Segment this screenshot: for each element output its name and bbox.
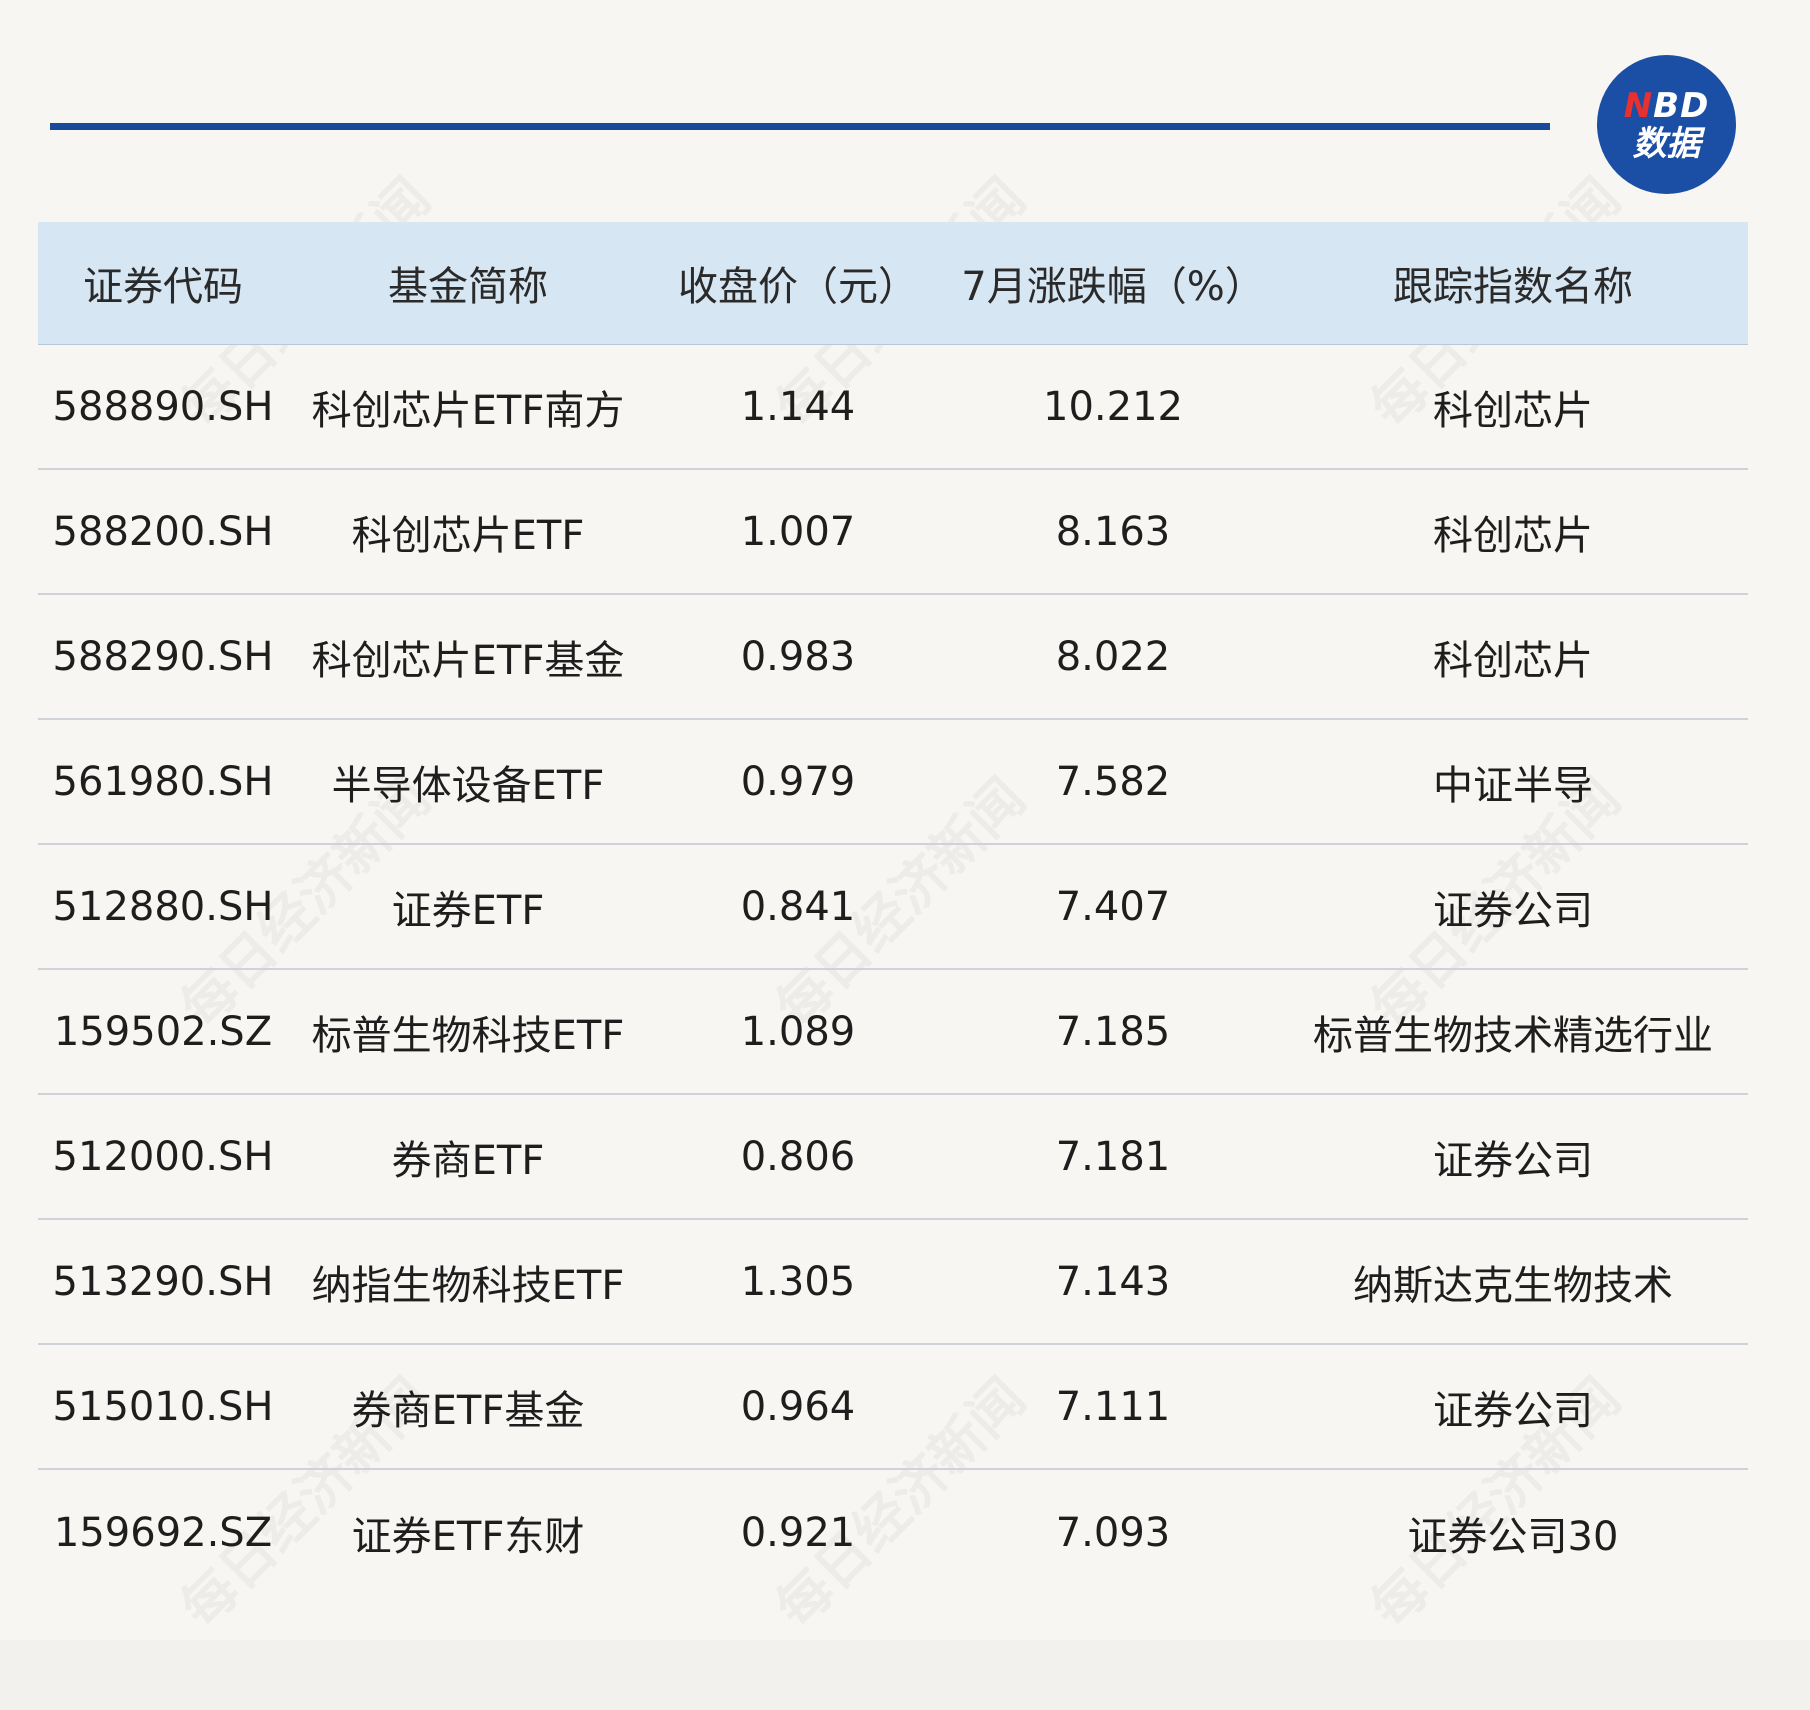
- cell-fund-name: 科创芯片ETF: [351, 512, 585, 559]
- cell-fund-name: 券商ETF: [391, 1137, 545, 1184]
- cell-close-price: 0.806: [740, 1133, 856, 1180]
- header-tracking-index: 跟踪指数名称: [1393, 264, 1633, 310]
- cell-code: 512000.SH: [52, 1133, 274, 1180]
- cell-fund-name: 半导体设备ETF: [331, 762, 605, 809]
- table-row: 513290.SH 纳指生物科技ETF 1.305 7.143 纳斯达克生物技术: [38, 1220, 1748, 1345]
- top-rule: [50, 123, 1550, 130]
- cell-tracking-index: 证券公司: [1433, 1387, 1593, 1434]
- cell-close-price: 1.305: [740, 1258, 856, 1305]
- cell-fund-name: 纳指生物科技ETF: [311, 1262, 625, 1309]
- cell-july-change: 8.163: [1055, 508, 1171, 555]
- cell-tracking-index: 证券公司: [1433, 1137, 1593, 1184]
- cell-tracking-index: 科创芯片: [1433, 387, 1593, 434]
- header-code: 证券代码: [83, 264, 243, 310]
- table-row: 515010.SH 券商ETF基金 0.964 7.111 证券公司: [38, 1345, 1748, 1470]
- table-row: 159502.SZ 标普生物科技ETF 1.089 7.185 标普生物技术精选…: [38, 970, 1748, 1095]
- cell-tracking-index: 纳斯达克生物技术: [1353, 1262, 1673, 1309]
- table-row: 512000.SH 券商ETF 0.806 7.181 证券公司: [38, 1095, 1748, 1220]
- table-row: 588200.SH 科创芯片ETF 1.007 8.163 科创芯片: [38, 470, 1748, 595]
- cell-code: 588890.SH: [52, 383, 274, 430]
- cell-close-price: 1.144: [740, 383, 856, 430]
- table-row: 561980.SH 半导体设备ETF 0.979 7.582 中证半导: [38, 720, 1748, 845]
- cell-july-change: 8.022: [1055, 633, 1171, 680]
- cell-tracking-index: 中证半导: [1433, 762, 1593, 809]
- logo-text-bottom: 数据: [1632, 123, 1701, 164]
- bottom-band: [0, 1640, 1810, 1710]
- cell-close-price: 0.979: [740, 758, 856, 805]
- logo-text-top: NBD: [1624, 89, 1710, 123]
- cell-july-change: 7.111: [1055, 1383, 1171, 1430]
- logo-bd: BD: [1653, 85, 1710, 126]
- cell-fund-name: 科创芯片ETF基金: [311, 637, 625, 684]
- header-july-change: 7月涨跌幅（%）: [961, 264, 1265, 310]
- cell-code: 588200.SH: [52, 508, 274, 555]
- cell-july-change: 7.185: [1055, 1008, 1171, 1055]
- cell-close-price: 0.964: [740, 1383, 856, 1430]
- cell-fund-name: 券商ETF基金: [351, 1387, 585, 1434]
- cell-july-change: 7.181: [1055, 1133, 1171, 1180]
- table-row: 588890.SH 科创芯片ETF南方 1.144 10.212 科创芯片: [38, 345, 1748, 470]
- cell-tracking-index: 科创芯片: [1433, 512, 1593, 559]
- cell-close-price: 1.089: [740, 1008, 856, 1055]
- cell-code: 512880.SH: [52, 883, 274, 930]
- cell-close-price: 0.921: [740, 1509, 856, 1556]
- cell-tracking-index: 证券公司: [1433, 887, 1593, 934]
- table-row: 159692.SZ 证券ETF东财 0.921 7.093 证券公司30: [38, 1470, 1748, 1595]
- table-header: 证券代码 基金简称 收盘价（元） 7月涨跌幅（%） 跟踪指数名称: [38, 222, 1748, 345]
- cell-fund-name: 科创芯片ETF南方: [311, 387, 625, 434]
- cell-tracking-index: 标普生物技术精选行业: [1313, 1012, 1713, 1059]
- cell-tracking-index: 证券公司30: [1407, 1513, 1619, 1560]
- cell-fund-name: 证券ETF东财: [351, 1513, 585, 1560]
- cell-tracking-index: 科创芯片: [1433, 637, 1593, 684]
- table-row: 512880.SH 证券ETF 0.841 7.407 证券公司: [38, 845, 1748, 970]
- cell-code: 561980.SH: [52, 758, 274, 805]
- header-close-price: 收盘价（元）: [678, 264, 918, 310]
- cell-july-change: 10.212: [1043, 383, 1183, 430]
- cell-code: 159502.SZ: [53, 1008, 273, 1055]
- cell-fund-name: 证券ETF: [391, 887, 545, 934]
- cell-code: 159692.SZ: [53, 1509, 273, 1556]
- cell-july-change: 7.143: [1055, 1258, 1171, 1305]
- nbd-logo: NBD 数据: [1597, 55, 1736, 194]
- cell-close-price: 0.983: [740, 633, 856, 680]
- table-row: 588290.SH 科创芯片ETF基金 0.983 8.022 科创芯片: [38, 595, 1748, 720]
- cell-close-price: 1.007: [740, 508, 856, 555]
- cell-code: 515010.SH: [52, 1383, 274, 1430]
- cell-fund-name: 标普生物科技ETF: [311, 1012, 625, 1059]
- cell-july-change: 7.582: [1055, 758, 1171, 805]
- cell-close-price: 0.841: [740, 883, 856, 930]
- cell-code: 588290.SH: [52, 633, 274, 680]
- logo-n: N: [1623, 85, 1654, 126]
- etf-table: 证券代码 基金简称 收盘价（元） 7月涨跌幅（%） 跟踪指数名称 588890.…: [38, 222, 1748, 1595]
- header-fund-name: 基金简称: [388, 264, 548, 310]
- cell-code: 513290.SH: [52, 1258, 274, 1305]
- cell-july-change: 7.407: [1055, 883, 1171, 930]
- cell-july-change: 7.093: [1055, 1509, 1171, 1556]
